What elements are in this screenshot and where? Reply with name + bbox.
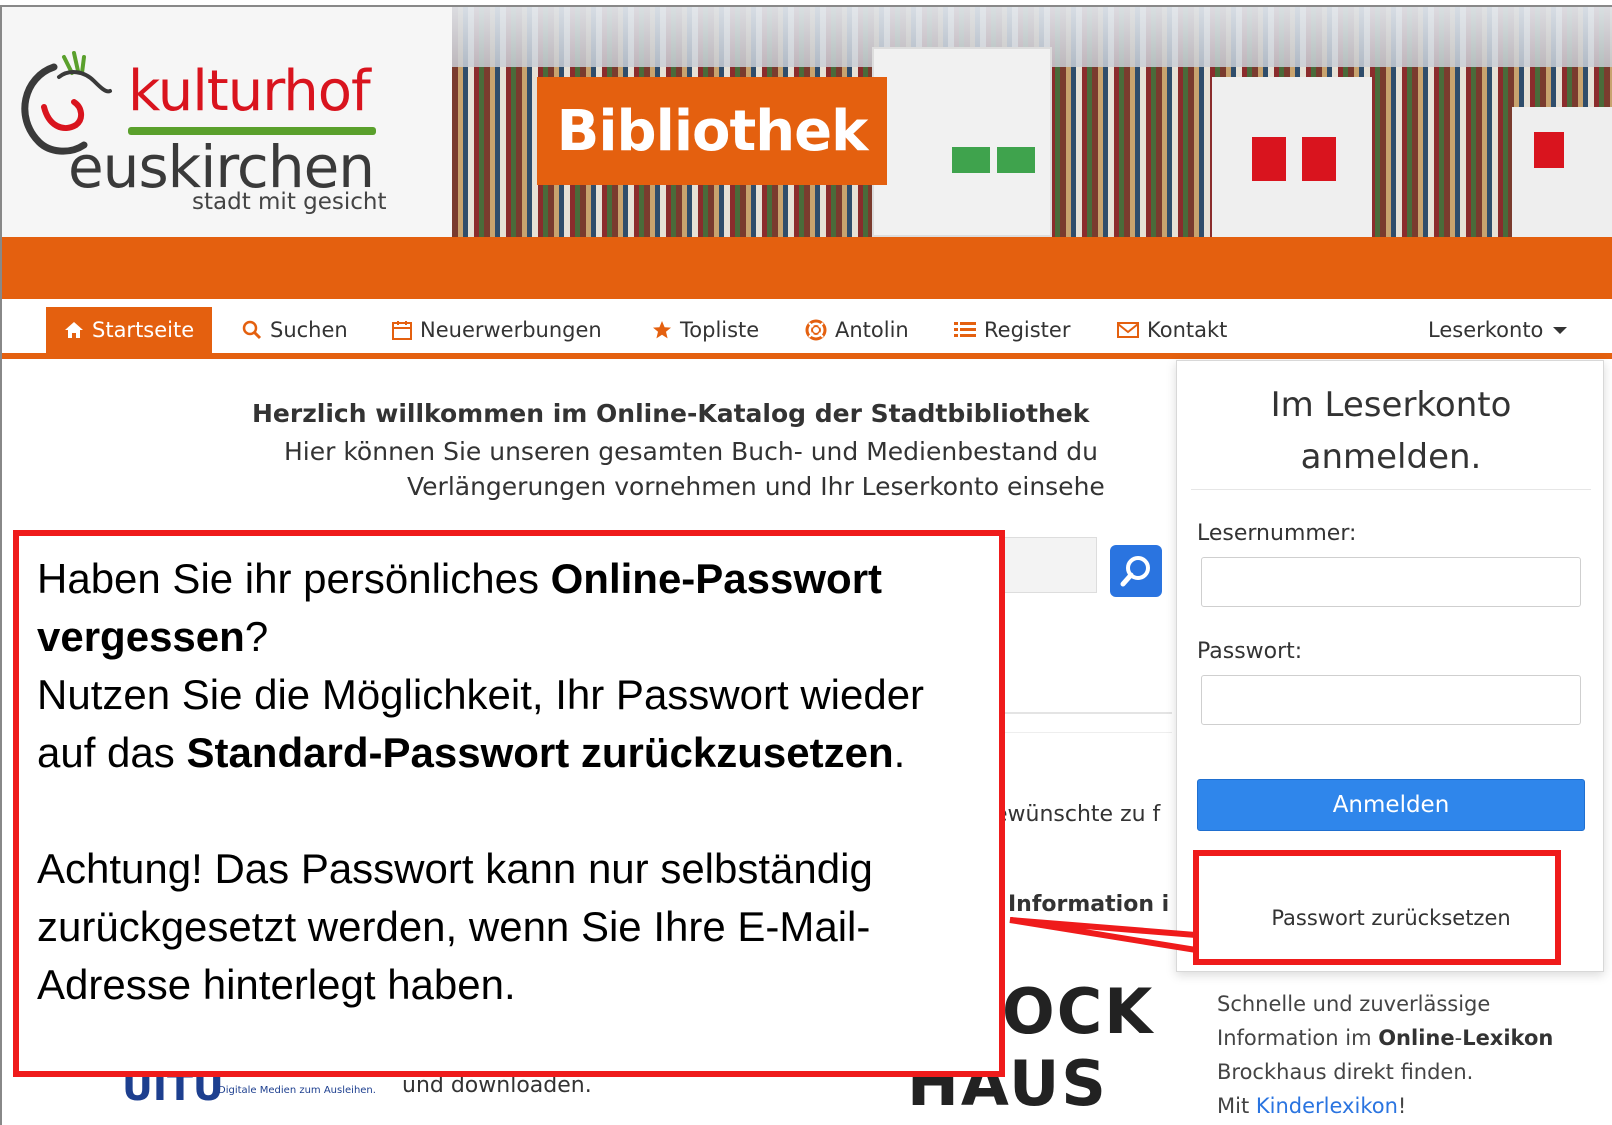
brockhaus-description: Schnelle und zuverlässige Information im… — [1217, 987, 1612, 1123]
text-bold: Online — [1378, 1026, 1455, 1050]
nav-label: Leserkonto — [1428, 318, 1544, 342]
text-span: Haben Sie ihr persönliches — [37, 555, 551, 602]
text-span: ! — [1397, 1094, 1407, 1118]
bibliothek-badge: Bibliothek — [537, 77, 887, 185]
logo-kulturhof-text: kulturhof — [128, 59, 371, 124]
orange-band — [2, 237, 1612, 299]
welcome-heading: Herzlich willkommen im Online-Katalog de… — [252, 399, 1090, 428]
welcome-text-line: Hier können Sie unseren gesamten Buch- u… — [284, 437, 1098, 466]
life-ring-icon — [805, 319, 827, 341]
nav-antolin[interactable]: Antolin — [805, 307, 909, 353]
banner-shelf-end — [1212, 77, 1372, 237]
catalog-search-button[interactable] — [1110, 545, 1162, 597]
nav-label: Topliste — [680, 318, 760, 342]
text-bold: Standard-Passwort zurückzusetzen — [186, 729, 894, 776]
callout-paragraph: Nutzen Sie die Möglichkeit, Ihr Passwort… — [37, 666, 981, 782]
nav-label: Kontakt — [1147, 318, 1228, 342]
nav-topliste[interactable]: Topliste — [652, 307, 759, 353]
lesernummer-label: Lesernummer: — [1197, 521, 1357, 546]
brockhaus-logo-line1[interactable]: OCK — [1002, 975, 1154, 1048]
site-header: kulturhof euskirchen stadt mit gesicht B… — [2, 7, 1612, 237]
main-nav: Startseite Suchen Neuerwerbungen Toplist… — [2, 299, 1612, 359]
divider — [1191, 489, 1591, 490]
banner-shelf-end — [872, 47, 1052, 237]
calendar-icon — [392, 320, 412, 340]
banner-shelf-tag — [1252, 137, 1286, 181]
partial-heading: Information i — [1008, 892, 1170, 917]
login-title-line: anmelden. — [1300, 437, 1482, 477]
logo-tagline: stadt mit gesicht — [192, 189, 387, 215]
lesernummer-field[interactable] — [1201, 557, 1581, 607]
login-title: Im Leserkonto anmelden. — [1177, 379, 1605, 483]
callout-paragraph: Achtung! Das Passwort kann nur selbständ… — [37, 845, 873, 1008]
nav-label: Register — [984, 318, 1071, 342]
nav-leserkonto-dropdown[interactable]: Leserkonto — [1428, 307, 1568, 353]
text-span: Information im — [1217, 1026, 1379, 1050]
list-icon — [954, 320, 976, 340]
login-title-line: Im Leserkonto — [1270, 385, 1512, 425]
nav-label: Neuerwerbungen — [420, 318, 602, 342]
passwort-field[interactable] — [1201, 675, 1581, 725]
nav-startseite[interactable]: Startseite — [46, 307, 213, 353]
banner-shelf-tag — [1302, 137, 1336, 181]
banner-shelf-tag — [1534, 132, 1564, 168]
callout-spacer — [37, 782, 981, 840]
nav-label: Startseite — [92, 318, 195, 342]
brockhaus-desc-line: Information im Online-Lexikon — [1217, 1021, 1612, 1055]
home-icon — [64, 321, 84, 339]
annotation-callout: Haben Sie ihr persönliches Online-Passwo… — [13, 530, 1005, 1077]
partial-text: ewünschte zu f — [994, 802, 1161, 827]
welcome-text-line: Verlängerungen vornehmen und Ihr Leserko… — [407, 472, 1105, 501]
brockhaus-desc-line: Mit Kinderlexikon! — [1217, 1089, 1612, 1123]
banner-shelf-tag — [952, 147, 990, 173]
envelope-icon — [1117, 321, 1139, 339]
text-span: Mit — [1217, 1094, 1256, 1118]
text-bold: Lexikon — [1462, 1026, 1554, 1050]
kinderlexikon-link[interactable]: Kinderlexikon — [1256, 1094, 1398, 1118]
nav-suchen[interactable]: Suchen — [242, 307, 348, 353]
passwort-label: Passwort: — [1197, 639, 1303, 664]
divider — [987, 712, 1172, 714]
kulturhof-logo[interactable]: kulturhof euskirchen stadt mit gesicht — [2, 7, 452, 237]
callout-paragraph: Haben Sie ihr persönliches Online-Passwo… — [37, 550, 981, 666]
text-span: . — [893, 729, 906, 776]
magnifier-icon — [1120, 556, 1150, 587]
brockhaus-desc-line: Brockhaus direkt finden. — [1217, 1060, 1474, 1084]
star-icon — [652, 320, 672, 340]
nav-register[interactable]: Register — [954, 307, 1070, 353]
divider — [987, 732, 1172, 733]
banner-shelf-tag — [997, 147, 1035, 173]
nav-label: Suchen — [270, 318, 348, 342]
nav-kontakt[interactable]: Kontakt — [1117, 307, 1227, 353]
nav-neuerwerbungen[interactable]: Neuerwerbungen — [392, 307, 602, 353]
anmelden-button[interactable]: Anmelden — [1197, 779, 1585, 831]
caret-down-icon — [1553, 326, 1568, 334]
search-icon — [242, 320, 262, 340]
brockhaus-desc-line: Schnelle und zuverlässige — [1217, 992, 1491, 1016]
onleihe-tagline: Digitale Medien zum Ausleihen. — [218, 1085, 376, 1096]
nav-label: Antolin — [835, 318, 909, 342]
banner-shelf-end — [1512, 107, 1612, 237]
annotation-highlight-box — [1193, 850, 1561, 965]
text-span: ? — [244, 613, 269, 660]
